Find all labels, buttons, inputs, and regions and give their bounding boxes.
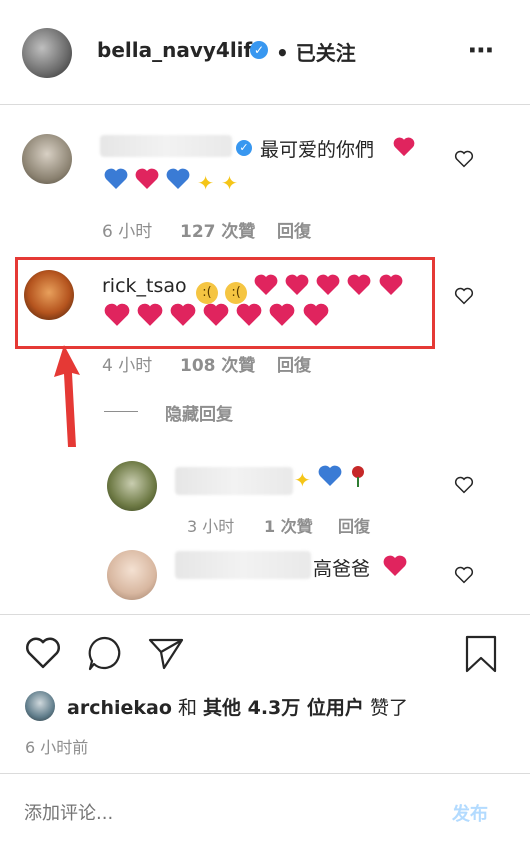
- heart-icon: [170, 303, 196, 331]
- comment-input[interactable]: [22, 797, 406, 829]
- heart-icon: [254, 274, 278, 300]
- heart-emoji: [383, 555, 407, 581]
- comment-emojis: ✦ ✦: [104, 168, 240, 195]
- hide-replies-button[interactable]: 隐藏回复: [165, 400, 233, 425]
- sparkles-icon: ✦: [197, 171, 215, 195]
- heart-icon: [236, 303, 262, 331]
- post-timestamp: 6 小时前: [25, 738, 89, 757]
- verified-badge-icon: ✓: [250, 41, 268, 59]
- likes-and: 和: [177, 697, 197, 719]
- likes-suffix: 赞了: [369, 697, 408, 719]
- comment-username[interactable]: rick_tsao: [102, 275, 187, 297]
- sad-face-icon: :(: [196, 282, 218, 304]
- reply-time: 3 小时: [187, 517, 235, 536]
- blurred-username: [100, 135, 232, 157]
- comment-time: 6 小时: [102, 222, 153, 242]
- heart-icon: [347, 274, 371, 300]
- share-icon[interactable]: [146, 634, 186, 676]
- reply-emojis: ✦: [294, 465, 369, 492]
- liker-avatar[interactable]: [25, 691, 55, 721]
- blurred-username: [175, 467, 293, 495]
- input-divider: [0, 773, 530, 774]
- reply-avatar[interactable]: [107, 461, 157, 511]
- reply-like-icon[interactable]: [454, 476, 474, 498]
- heart-icon: [135, 168, 159, 194]
- comment-text: 最可爱的你們: [260, 139, 375, 161]
- follow-status[interactable]: • 已关注: [276, 37, 356, 66]
- comment-likes[interactable]: 127 次贊: [180, 217, 255, 242]
- actions-divider: [0, 614, 530, 615]
- more-icon[interactable]: ⋯: [468, 36, 495, 66]
- blue-heart-icon: [104, 168, 128, 194]
- blurred-username: [175, 551, 311, 579]
- heart-icon: [104, 303, 130, 331]
- reply-text: 高爸爸: [313, 558, 371, 580]
- reply-avatar[interactable]: [107, 550, 157, 600]
- post-author-avatar[interactable]: [22, 28, 72, 78]
- sparkles-icon: ✦: [294, 468, 311, 492]
- heart-icon: [303, 303, 329, 331]
- sparkles-icon: ✦: [221, 171, 238, 195]
- comment-likes[interactable]: 108 次贊: [180, 351, 255, 376]
- blue-heart-icon: [166, 168, 190, 194]
- comment-like-icon[interactable]: [454, 287, 474, 309]
- comment-time: 4 小时: [102, 356, 153, 376]
- heart-icon: [316, 274, 340, 300]
- blue-heart-icon: [318, 465, 342, 491]
- verified-badge-icon: ✓: [236, 140, 252, 156]
- rose-icon: [349, 465, 367, 491]
- comment-emojis: :( :(: [196, 274, 405, 304]
- likes-summary: archiekao 和 其他 4.3万 位用户 赞了: [67, 693, 408, 720]
- heart-icon: [285, 274, 309, 300]
- reply-likes[interactable]: 1 次贊: [264, 513, 313, 537]
- comment-reply-button[interactable]: 回復: [277, 351, 311, 376]
- comment-avatar[interactable]: [24, 270, 74, 320]
- comment-avatar[interactable]: [22, 134, 72, 184]
- sad-face-icon: :(: [225, 282, 248, 304]
- header-divider: [0, 104, 530, 105]
- post-button[interactable]: 发布: [452, 800, 488, 826]
- post-author-username[interactable]: bella_navy4life: [97, 38, 266, 62]
- liker-username[interactable]: archiekao: [67, 697, 172, 719]
- comment-emojis-line2: [104, 303, 331, 331]
- heart-icon: [137, 303, 163, 331]
- heart-icon: [203, 303, 229, 331]
- heart-icon: [269, 303, 295, 331]
- hide-replies-line: [104, 411, 138, 412]
- save-bookmark-icon[interactable]: [464, 634, 498, 678]
- heart-emoji: [393, 137, 415, 161]
- heart-icon: [379, 274, 403, 300]
- comment-icon[interactable]: [86, 634, 124, 676]
- comment-like-icon[interactable]: [454, 150, 474, 172]
- reply-like-icon[interactable]: [454, 566, 474, 588]
- reply-reply-button[interactable]: 回復: [338, 513, 370, 537]
- like-icon[interactable]: [24, 636, 62, 674]
- comment-reply-button[interactable]: 回復: [277, 217, 311, 242]
- likes-others[interactable]: 其他 4.3万 位用户: [203, 697, 364, 719]
- annotation-arrow-icon: [54, 345, 80, 447]
